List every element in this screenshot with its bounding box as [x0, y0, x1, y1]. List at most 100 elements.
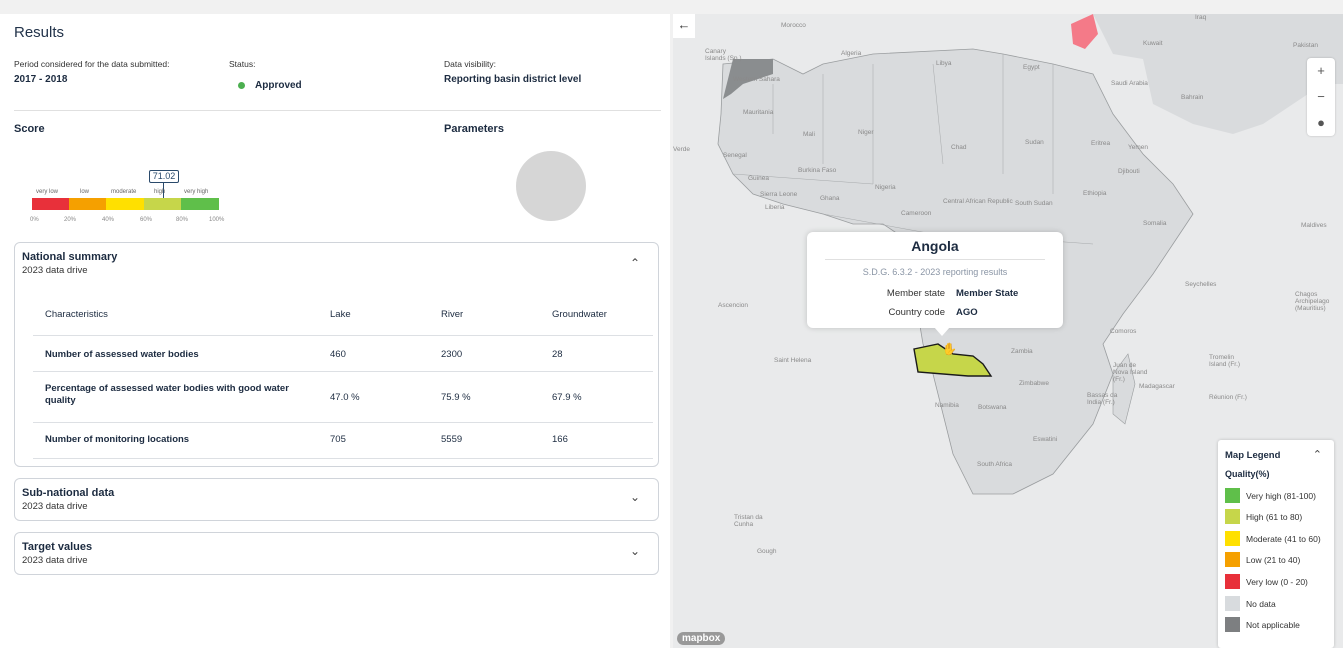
map-label: Eritrea: [1091, 140, 1111, 147]
national-summary-title: National summary: [22, 251, 118, 263]
row-3-groundwater: 166: [552, 434, 568, 445]
visibility-value: Reporting basin district level: [444, 74, 582, 85]
zoom-in-button[interactable]: +: [1307, 58, 1335, 84]
map-label: Zambia: [1011, 348, 1033, 355]
chevron-down-icon[interactable]: ⌄: [630, 490, 640, 504]
map-label: Gough: [757, 548, 777, 555]
period-value: 2017 - 2018: [14, 74, 68, 85]
row-divider: [33, 458, 653, 459]
map-label: Ghana: [820, 195, 840, 202]
map-label: Egypt: [1023, 64, 1040, 71]
map-label: Djibouti: [1118, 168, 1140, 175]
row-divider: [33, 422, 653, 423]
map-label: Bassas da India (Fr.): [1087, 392, 1118, 406]
period-label: Period considered for the data submitted…: [14, 59, 170, 69]
tick-60: 60%: [140, 217, 153, 223]
bar-high: [144, 198, 181, 210]
chevron-up-icon[interactable]: ⌃: [1313, 448, 1322, 461]
scale-label-very-low: very low: [36, 189, 59, 195]
sub-national-subtitle: 2023 data drive: [22, 501, 88, 512]
row-divider: [33, 371, 653, 372]
map-label: Senegal: [723, 152, 747, 159]
map-label: Madagascar: [1139, 383, 1175, 390]
row-2-river: 75.9 %: [441, 392, 471, 403]
map-label: Comoros: [1110, 328, 1137, 335]
target-values-card[interactable]: Target values 2023 data drive ⌄: [14, 532, 659, 575]
map-label: South Africa: [977, 461, 1013, 468]
col-header-lake: Lake: [330, 309, 351, 320]
map-label: Ascencion: [718, 302, 748, 309]
map-label: Cameroon: [901, 210, 932, 217]
target-values-subtitle: 2023 data drive: [22, 555, 88, 566]
row-2-label: Percentage of assessed water bodies with…: [45, 383, 289, 406]
map-label: Maldives: [1301, 222, 1327, 229]
map-label: Juan de Nova Island (Fr.): [1113, 362, 1148, 383]
row-3-river: 5559: [441, 434, 463, 445]
hand-cursor-icon: ✋: [942, 342, 957, 356]
score-title: Score: [14, 123, 45, 135]
visibility-label: Data visibility:: [444, 59, 496, 69]
tick-40: 40%: [102, 217, 115, 223]
row-divider: [33, 335, 653, 336]
zoom-out-button[interactable]: −: [1307, 84, 1335, 110]
map-label: Western Sahara: [733, 76, 780, 83]
tooltip-arrow: [934, 327, 950, 336]
map-label: Botswana: [978, 404, 1007, 411]
map-label: Canary Islands (Sp.): [705, 48, 742, 62]
status-label: Status:: [229, 59, 256, 69]
map-label: Guinea: [748, 175, 769, 182]
country-tooltip: Angola S.D.G. 6.3.2 - 2023 reporting res…: [807, 232, 1063, 328]
map-legend: Map Legend ⌃ Quality(%) Very high (81-10…: [1218, 440, 1334, 648]
row-3-lake: 705: [330, 434, 346, 445]
bar-very-high: [181, 198, 219, 210]
target-values-title: Target values: [22, 541, 93, 553]
row-2-groundwater: 67.9 %: [552, 392, 582, 403]
map-label: Algeria: [841, 50, 862, 57]
map-label: Somalia: [1143, 220, 1167, 227]
divider: [825, 259, 1045, 260]
chevron-down-icon[interactable]: ⌄: [630, 544, 640, 558]
status-dot-icon: [238, 82, 245, 89]
map-label: Libya: [936, 60, 952, 67]
row-1-label: Number of assessed water bodies: [45, 349, 199, 360]
code-value: AGO: [956, 307, 978, 318]
status-value: Approved: [255, 80, 302, 91]
chevron-up-icon[interactable]: ⌃: [630, 256, 640, 270]
tooltip-subtitle: S.D.G. 6.3.2 - 2023 reporting results: [862, 267, 1008, 277]
map-label: Tristan da Cunha: [734, 514, 763, 528]
sub-national-card[interactable]: Sub-national data 2023 data drive ⌄: [14, 478, 659, 521]
scale-label-high: high: [154, 189, 166, 195]
map-controls: + − ●: [1307, 58, 1335, 136]
scale-label-low: low: [80, 189, 90, 195]
results-panel: Results Period considered for the data s…: [0, 14, 670, 648]
row-2-lake: 47.0 %: [330, 392, 360, 403]
map-label: Niger: [858, 129, 874, 136]
bar-moderate: [106, 198, 144, 210]
col-header-groundwater: Groundwater: [552, 309, 607, 320]
map-label: Saudi Arabia: [1111, 80, 1148, 87]
score-value: 71.02: [149, 170, 179, 183]
map-label: Liberia: [765, 204, 785, 211]
back-arrow-icon[interactable]: ←: [673, 14, 695, 38]
tick-80: 80%: [176, 217, 189, 223]
map-label: Sierra Leone: [760, 191, 798, 198]
map-label: Iraq: [1195, 14, 1207, 21]
map-label: Bahrain: [1181, 94, 1204, 101]
map-label: Central African Republic: [943, 198, 1013, 205]
map-label: Verde: [673, 146, 690, 153]
map-label: Pakistan: [1293, 42, 1318, 49]
row-3-label: Number of monitoring locations: [45, 434, 190, 445]
col-header-river: River: [441, 309, 464, 320]
page-title: Results: [14, 24, 65, 41]
map-label: Yemen: [1128, 144, 1148, 151]
map-label: Seychelles: [1185, 281, 1217, 288]
tick-0: 0%: [30, 217, 39, 223]
member-label: Member state: [886, 288, 945, 299]
parameters-pie-chart: [516, 151, 586, 221]
national-summary-subtitle: 2023 data drive: [22, 265, 88, 276]
globe-icon[interactable]: ●: [1307, 110, 1335, 136]
map-label: Mali: [803, 131, 815, 138]
map-label: Chagos Archipelago (Mauritius): [1295, 291, 1330, 312]
map-label: Mauritania: [743, 109, 774, 116]
map-label: South Sudan: [1015, 200, 1053, 207]
